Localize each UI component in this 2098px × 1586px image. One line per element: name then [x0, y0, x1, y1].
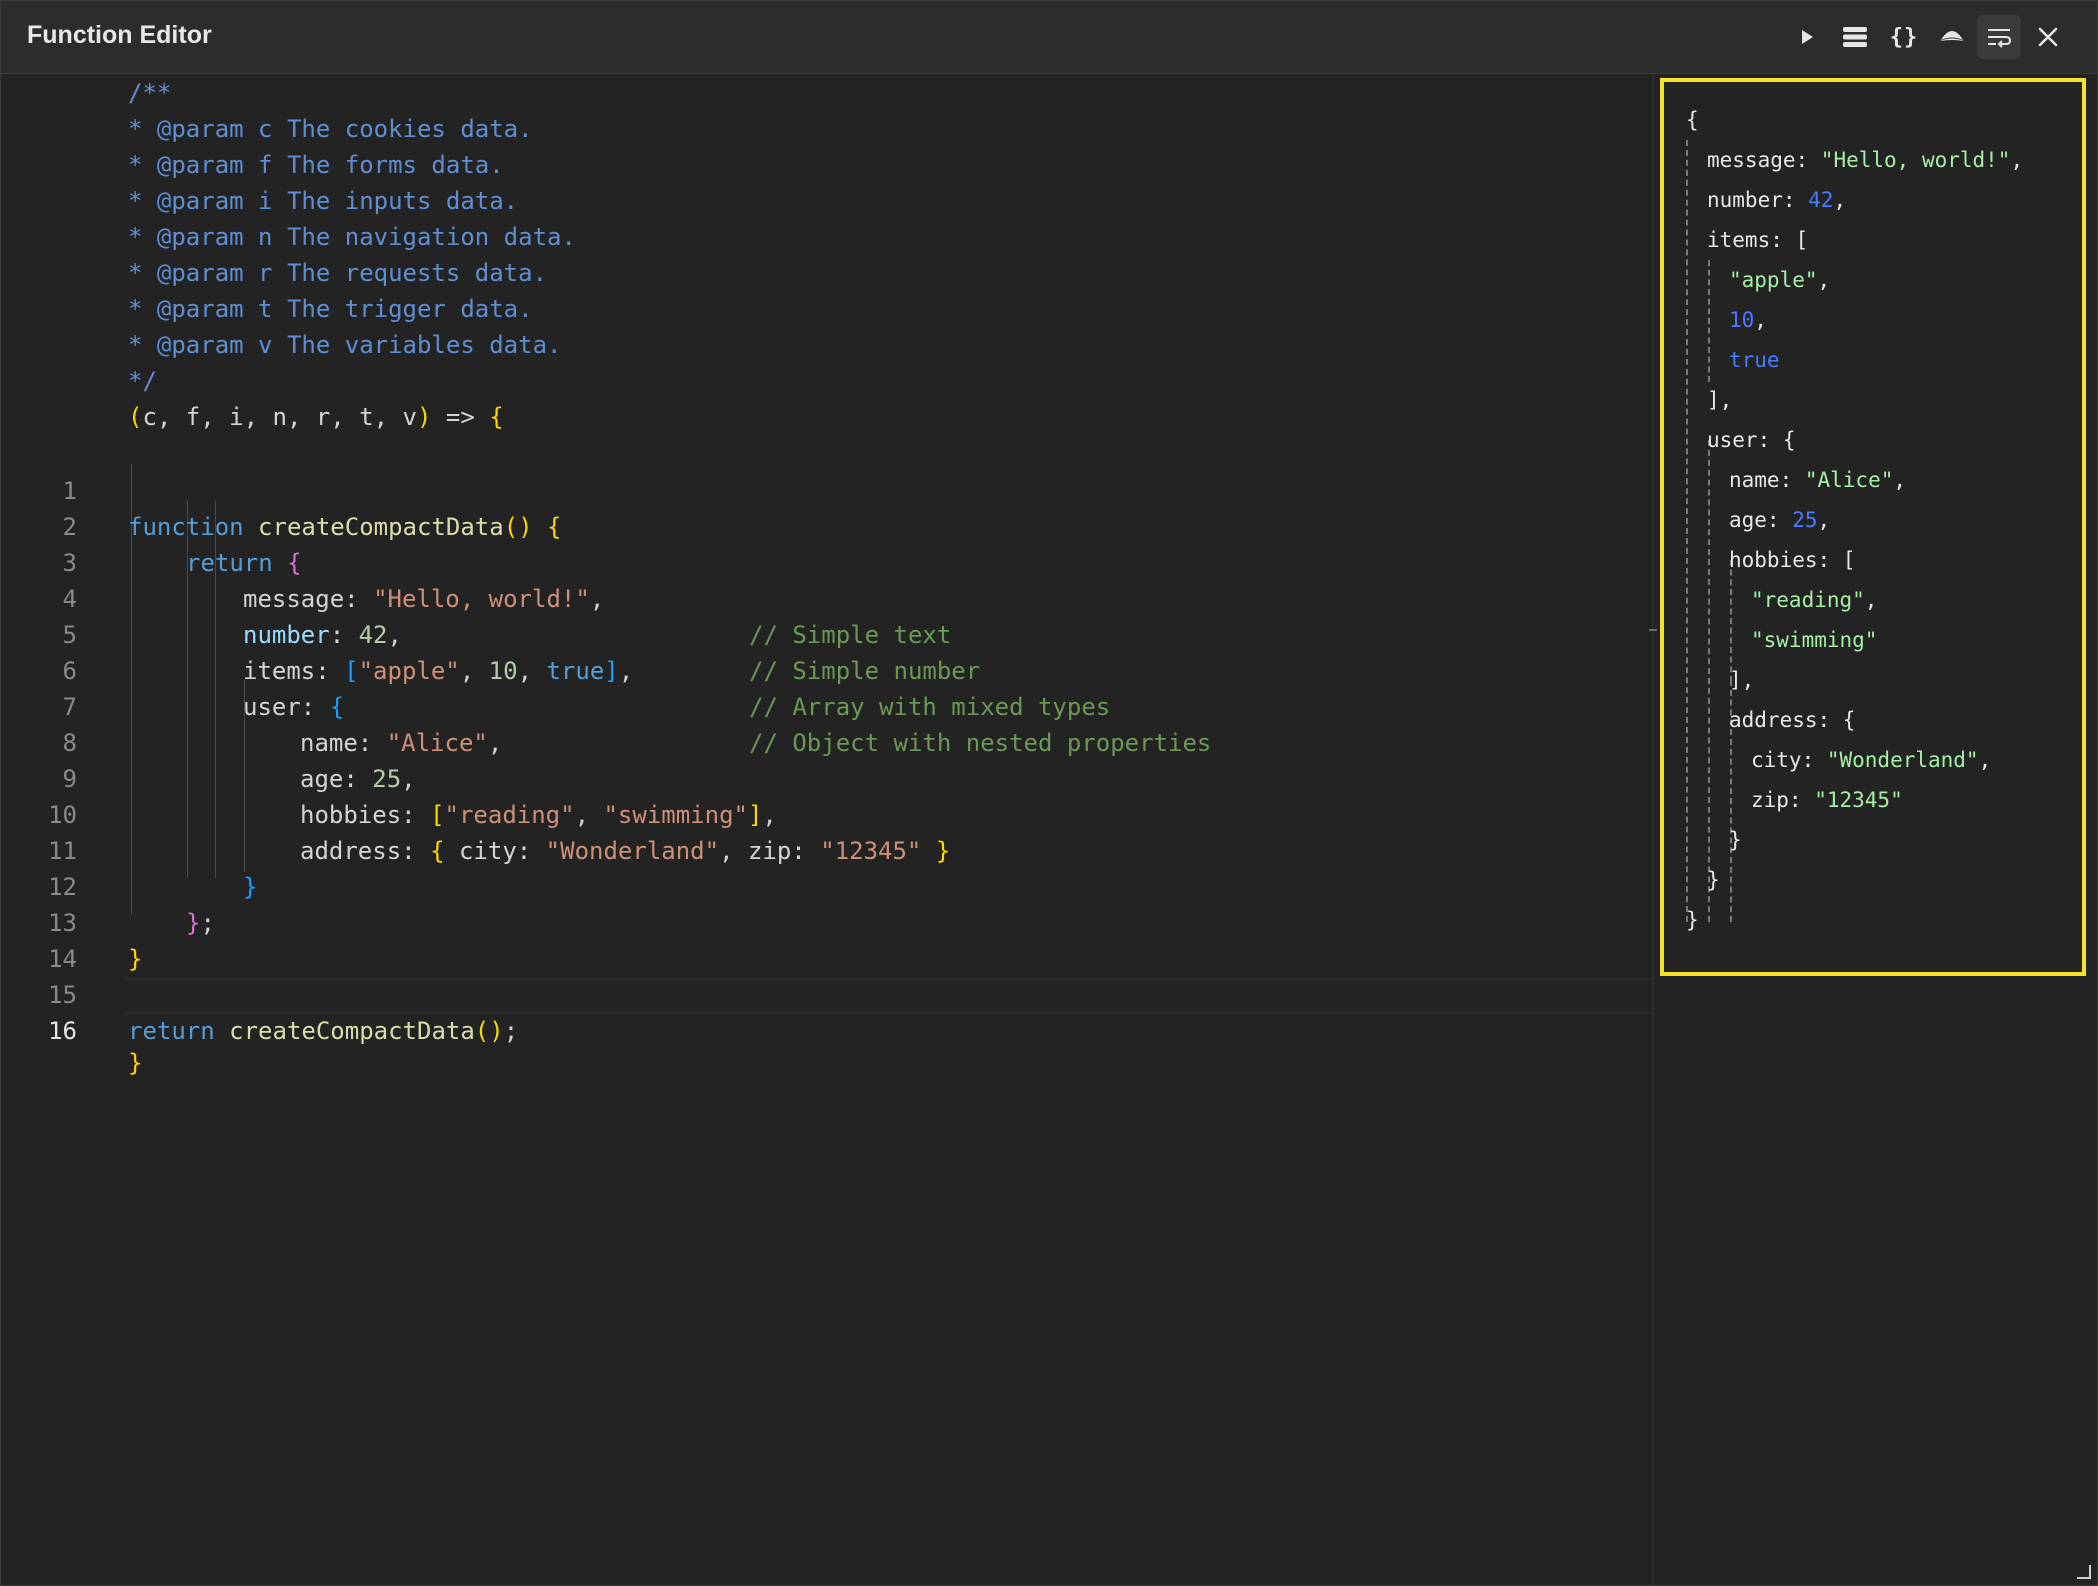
output-line: hobbies: [	[1729, 548, 1856, 572]
code-editor[interactable]: /** * @param c The cookies data. * @para…	[1, 75, 1655, 1585]
code-line: 6 user: { // Object with nested properti…	[1, 617, 1212, 757]
code-line: 2 return {	[1, 473, 302, 577]
output-line: zip: "12345"	[1751, 788, 1903, 812]
doc-comment: * @param c The cookies data.	[128, 115, 533, 143]
code-line: 8 age: 25,	[1, 689, 416, 793]
play-icon	[1802, 30, 1813, 44]
code-line: 16	[1, 977, 88, 1045]
word-wrap-button[interactable]	[1977, 15, 2021, 59]
tree-guide	[1686, 140, 1688, 922]
window-title: Function Editor	[27, 21, 212, 49]
run-button[interactable]	[1785, 15, 1829, 59]
code-line: 10 address: { city: "Wonderland", zip: "…	[1, 761, 950, 865]
braces-icon: {}	[1889, 24, 1919, 50]
hat-button[interactable]	[1930, 15, 1974, 59]
function-signature: (c, f, i, n, r, t, v) => {	[128, 403, 504, 431]
output-line: "swimming"	[1751, 628, 1878, 652]
code-line: 14	[1, 905, 88, 973]
code-line: 4 number: 42, // Simple number	[1, 545, 981, 685]
output-line: "reading",	[1751, 588, 1878, 612]
wrap-icon	[1988, 29, 2012, 48]
code-line: 15 return createCompactData();	[1, 941, 518, 1045]
output-line: name: "Alice",	[1729, 468, 1907, 492]
close-icon	[2038, 27, 2058, 47]
output-line: address: {	[1729, 708, 1856, 732]
list-icon	[1843, 27, 1867, 47]
code-line: 9 hobbies: ["reading", "swimming"],	[1, 725, 777, 829]
hat-icon	[1940, 31, 1964, 41]
output-line: ],	[1729, 668, 1755, 692]
output-line: ],	[1707, 388, 1733, 412]
output-line: number: 42,	[1707, 188, 1847, 212]
tree-guide	[1708, 440, 1710, 922]
output-line: }	[1729, 828, 1742, 852]
code-line: 5 items: ["apple", 10, true], // Array w…	[1, 581, 1111, 721]
code-comment: // Object with nested properties	[749, 729, 1212, 757]
doc-comment: */	[128, 367, 157, 395]
splitter-handle[interactable]	[1649, 629, 1657, 631]
tree-guide	[1708, 260, 1710, 382]
code-line: 12 };	[1, 833, 215, 937]
doc-comment: * @param v The variables data.	[128, 331, 562, 359]
code-comment: // Simple number	[749, 657, 981, 685]
close-button[interactable]	[2026, 15, 2070, 59]
format-json-button[interactable]: {}	[1882, 15, 1926, 59]
code-line: 11 }	[1, 797, 257, 901]
doc-comment: * @param t The trigger data.	[128, 295, 533, 323]
output-line: "apple",	[1729, 268, 1831, 292]
current-line-highlight	[125, 978, 1655, 1014]
code-line: 7 name: "Alice",	[1, 653, 503, 757]
output-line: age: 25,	[1729, 508, 1831, 532]
output-line: }	[1707, 868, 1720, 892]
code-line: 13 }	[1, 869, 142, 973]
doc-comment: * @param i The inputs data.	[128, 187, 519, 215]
code-line: 3 message: "Hello, world!", // Simple te…	[1, 509, 952, 649]
output-panel: { message: "Hello, world!", number: 42, …	[1660, 78, 2086, 976]
doc-comment: * @param f The forms data.	[128, 151, 504, 179]
doc-comment: * @param n The navigation data.	[128, 223, 576, 251]
closing-brace: }	[128, 1049, 143, 1077]
title-bar: Function Editor {}	[1, 1, 2097, 74]
code-line: 1 function createCompactData() {	[1, 437, 562, 541]
list-view-button[interactable]	[1833, 15, 1877, 59]
code-comment: // Simple text	[749, 621, 952, 649]
output-line: user: {	[1707, 428, 1796, 452]
output-line: true	[1729, 348, 1780, 372]
footer-line: }	[1, 1009, 142, 1077]
output-line: {	[1686, 108, 1699, 132]
resize-handle-icon[interactable]	[2077, 1565, 2091, 1579]
output-line: message: "Hello, world!",	[1707, 148, 2024, 172]
panel-divider[interactable]	[1652, 75, 1654, 1585]
output-line: 10,	[1729, 308, 1767, 332]
output-line: }	[1686, 908, 1699, 932]
output-line: city: "Wonderland",	[1751, 748, 1992, 772]
output-line: items: [	[1707, 228, 1809, 252]
function-editor-window: Function Editor {} /** * @param c The co…	[0, 0, 2098, 1586]
doc-comment: /**	[128, 79, 172, 107]
doc-comment: * @param r The requests data.	[128, 259, 548, 287]
code-comment: // Array with mixed types	[749, 693, 1111, 721]
